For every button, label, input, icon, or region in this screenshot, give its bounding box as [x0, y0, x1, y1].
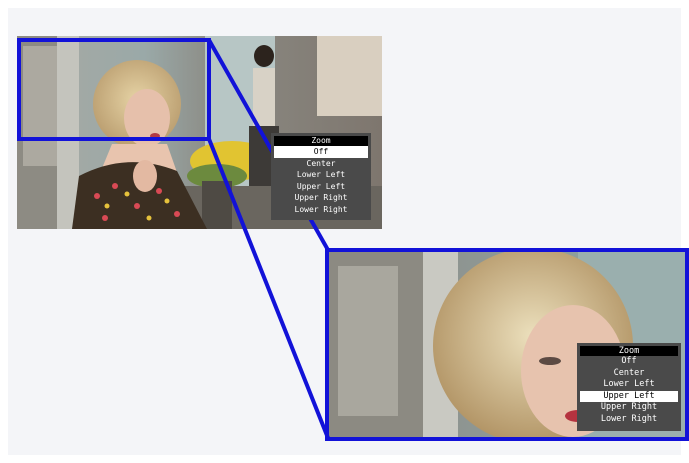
zoom-option-upper-right[interactable]: Upper Right	[274, 192, 368, 204]
zoom-region-frame	[17, 38, 211, 141]
zoom-option-lower-right[interactable]: Lower Right	[580, 414, 678, 426]
zoom-menu-title: Zoom	[580, 346, 678, 356]
zoom-option-off[interactable]: Off	[274, 146, 368, 158]
zoom-option-upper-left[interactable]: Upper Left	[274, 181, 368, 193]
zoom-option-off[interactable]: Off	[580, 356, 678, 368]
zoom-option-center[interactable]: Center	[274, 158, 368, 170]
zoom-menu-full-view: Zoom Off Center Lower Left Upper Left Up…	[271, 133, 371, 220]
zoom-menu-zoomed-view: Zoom Off Center Lower Left Upper Left Up…	[577, 343, 681, 431]
zoom-option-lower-left[interactable]: Lower Left	[274, 169, 368, 181]
zoom-option-lower-right[interactable]: Lower Right	[274, 204, 368, 216]
zoom-option-upper-left[interactable]: Upper Left	[580, 390, 678, 402]
zoom-option-center[interactable]: Center	[580, 368, 678, 380]
zoom-option-lower-left[interactable]: Lower Left	[580, 379, 678, 391]
zoom-option-upper-right[interactable]: Upper Right	[580, 402, 678, 414]
zoom-menu-title: Zoom	[274, 136, 368, 146]
